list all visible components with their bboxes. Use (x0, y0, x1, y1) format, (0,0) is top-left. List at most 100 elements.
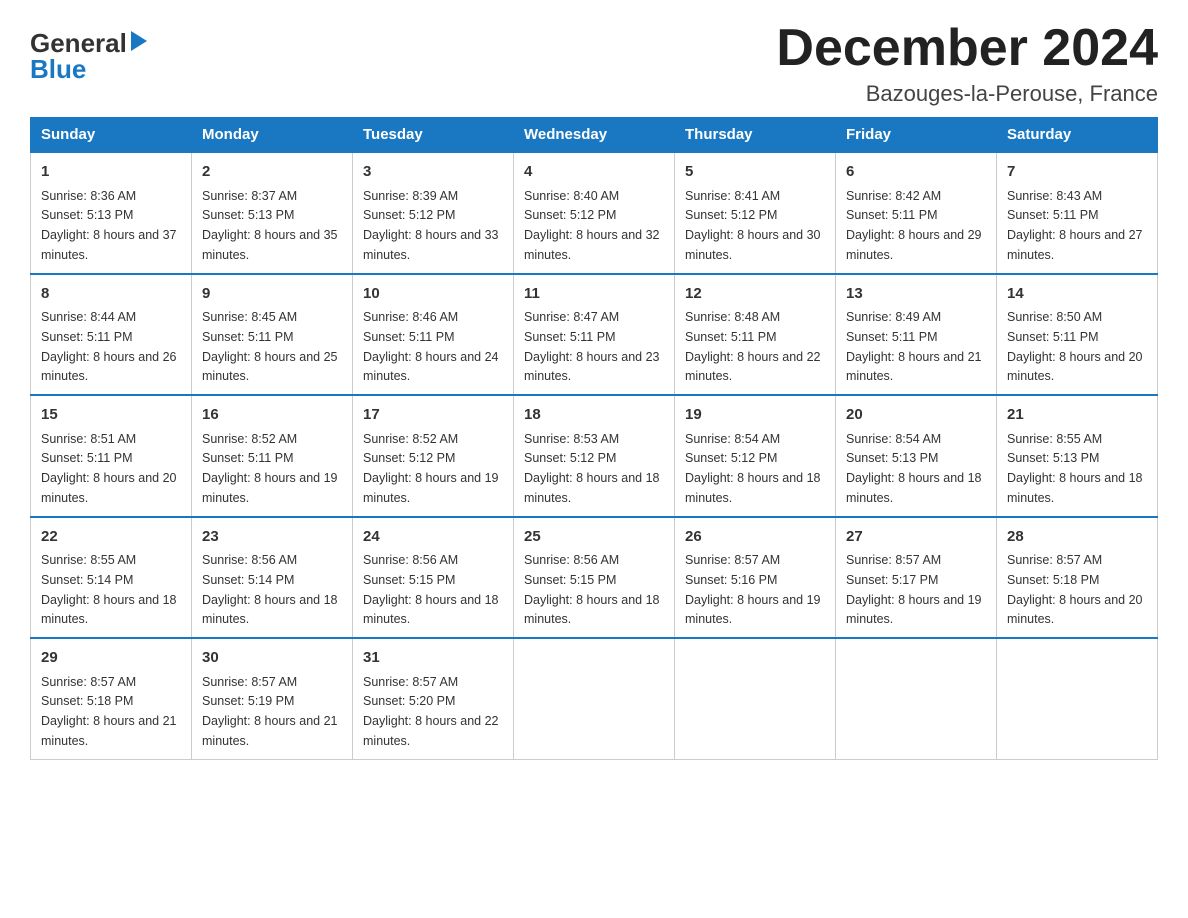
day-number: 3 (363, 161, 503, 184)
calendar-cell: 11 Sunrise: 8:47 AMSunset: 5:11 PMDayligh… (514, 274, 675, 396)
calendar-cell: 28Sunrise: 8:57 AMSunset: 5:18 PMDayligh… (997, 517, 1158, 639)
day-info: Sunrise: 8:54 AMSunset: 5:12 PMDaylight:… (685, 432, 821, 505)
day-info: Sunrise: 8:57 AMSunset: 5:19 PMDaylight:… (202, 675, 338, 748)
calendar-table: SundayMondayTuesdayWednesdayThursdayFrid… (30, 117, 1158, 760)
calendar-cell (675, 638, 836, 759)
calendar-cell: 13Sunrise: 8:49 AMSunset: 5:11 PMDayligh… (836, 274, 997, 396)
day-info: Sunrise: 8:52 AMSunset: 5:11 PMDaylight:… (202, 432, 338, 505)
day-number: 2 (202, 161, 342, 184)
day-info: Sunrise: 8:57 AMSunset: 5:17 PMDaylight:… (846, 553, 982, 626)
day-header-friday: Friday (836, 118, 997, 153)
day-info: Sunrise: 8:52 AMSunset: 5:12 PMDaylight:… (363, 432, 499, 505)
logo-blue-text: Blue (30, 56, 86, 82)
calendar-cell (997, 638, 1158, 759)
calendar-cell: 14 Sunrise: 8:50 AMSunset: 5:11 PMDayligh… (997, 274, 1158, 396)
calendar-cell: 8 Sunrise: 8:44 AMSunset: 5:11 PMDaylight… (31, 274, 192, 396)
day-info: Sunrise: 8:53 AMSunset: 5:12 PMDaylight:… (524, 432, 660, 505)
calendar-cell: 12 Sunrise: 8:48 AMSunset: 5:11 PMDayligh… (675, 274, 836, 396)
day-number: 6 (846, 161, 986, 184)
day-number: 9 (202, 283, 342, 306)
calendar-week-5: 29 Sunrise: 8:57 AMSunset: 5:18 PMDayligh… (31, 638, 1158, 759)
day-number: 25 (524, 526, 664, 549)
calendar-cell: 23Sunrise: 8:56 AMSunset: 5:14 PMDayligh… (192, 517, 353, 639)
calendar-cell: 16 Sunrise: 8:52 AMSunset: 5:11 PMDayligh… (192, 395, 353, 517)
day-info: Sunrise: 8:48 AMSunset: 5:11 PMDaylight:… (685, 310, 821, 383)
day-number: 17 (363, 404, 503, 427)
day-number: 30 (202, 647, 342, 670)
day-number: 22 (41, 526, 181, 549)
day-info: Sunrise: 8:55 AMSunset: 5:13 PMDaylight:… (1007, 432, 1143, 505)
day-number: 15 (41, 404, 181, 427)
day-info: Sunrise: 8:51 AMSunset: 5:11 PMDaylight:… (41, 432, 177, 505)
calendar-cell: 15 Sunrise: 8:51 AMSunset: 5:11 PMDayligh… (31, 395, 192, 517)
calendar-cell: 26 Sunrise: 8:57 AMSunset: 5:16 PMDayligh… (675, 517, 836, 639)
day-number: 14 (1007, 283, 1147, 306)
calendar-cell: 10 Sunrise: 8:46 AMSunset: 5:11 PMDayligh… (353, 274, 514, 396)
calendar-cell: 17 Sunrise: 8:52 AMSunset: 5:12 PMDayligh… (353, 395, 514, 517)
calendar-cell: 20 Sunrise: 8:54 AMSunset: 5:13 PMDayligh… (836, 395, 997, 517)
day-number: 31 (363, 647, 503, 670)
day-info: Sunrise: 8:44 AMSunset: 5:11 PMDaylight:… (41, 310, 177, 383)
calendar-body: 1Sunrise: 8:36 AMSunset: 5:13 PMDaylight… (31, 152, 1158, 759)
day-info: Sunrise: 8:47 AMSunset: 5:11 PMDaylight:… (524, 310, 660, 383)
title-block: December 2024 Bazouges-la-Perouse, Franc… (776, 20, 1158, 107)
calendar-cell (514, 638, 675, 759)
calendar-cell: 25 Sunrise: 8:56 AMSunset: 5:15 PMDayligh… (514, 517, 675, 639)
calendar-cell: 29 Sunrise: 8:57 AMSunset: 5:18 PMDayligh… (31, 638, 192, 759)
day-info: Sunrise: 8:37 AMSunset: 5:13 PMDaylight:… (202, 189, 338, 262)
day-info: Sunrise: 8:57 AMSunset: 5:16 PMDaylight:… (685, 553, 821, 626)
day-number: 16 (202, 404, 342, 427)
day-info: Sunrise: 8:56 AMSunset: 5:15 PMDaylight:… (524, 553, 660, 626)
day-number: 29 (41, 647, 181, 670)
day-number: 10 (363, 283, 503, 306)
day-header-thursday: Thursday (675, 118, 836, 153)
calendar-cell: 19Sunrise: 8:54 AMSunset: 5:12 PMDayligh… (675, 395, 836, 517)
day-info: Sunrise: 8:57 AMSunset: 5:18 PMDaylight:… (41, 675, 177, 748)
day-number: 27 (846, 526, 986, 549)
page-header: General Blue December 2024 Bazouges-la-P… (30, 20, 1158, 107)
calendar-cell: 18 Sunrise: 8:53 AMSunset: 5:12 PMDayligh… (514, 395, 675, 517)
day-number: 8 (41, 283, 181, 306)
day-number: 4 (524, 161, 664, 184)
day-info: Sunrise: 8:55 AMSunset: 5:14 PMDaylight:… (41, 553, 177, 626)
day-number: 20 (846, 404, 986, 427)
calendar-cell: 27 Sunrise: 8:57 AMSunset: 5:17 PMDayligh… (836, 517, 997, 639)
calendar-week-3: 15 Sunrise: 8:51 AMSunset: 5:11 PMDayligh… (31, 395, 1158, 517)
location-label: Bazouges-la-Perouse, France (776, 81, 1158, 107)
day-info: Sunrise: 8:39 AMSunset: 5:12 PMDaylight:… (363, 189, 499, 262)
day-header-tuesday: Tuesday (353, 118, 514, 153)
calendar-cell: 22 Sunrise: 8:55 AMSunset: 5:14 PMDayligh… (31, 517, 192, 639)
header-row: SundayMondayTuesdayWednesdayThursdayFrid… (31, 118, 1158, 153)
day-header-monday: Monday (192, 118, 353, 153)
day-header-saturday: Saturday (997, 118, 1158, 153)
day-number: 11 (524, 283, 664, 306)
calendar-week-2: 8 Sunrise: 8:44 AMSunset: 5:11 PMDaylight… (31, 274, 1158, 396)
day-info: Sunrise: 8:56 AMSunset: 5:14 PMDaylight:… (202, 553, 338, 626)
month-title: December 2024 (776, 20, 1158, 77)
day-number: 21 (1007, 404, 1147, 427)
calendar-cell: 6Sunrise: 8:42 AMSunset: 5:11 PMDaylight… (836, 152, 997, 274)
calendar-cell: 9 Sunrise: 8:45 AMSunset: 5:11 PMDaylight… (192, 274, 353, 396)
day-number: 18 (524, 404, 664, 427)
calendar-cell: 30 Sunrise: 8:57 AMSunset: 5:19 PMDayligh… (192, 638, 353, 759)
day-info: Sunrise: 8:50 AMSunset: 5:11 PMDaylight:… (1007, 310, 1143, 383)
day-info: Sunrise: 8:54 AMSunset: 5:13 PMDaylight:… (846, 432, 982, 505)
day-info: Sunrise: 8:36 AMSunset: 5:13 PMDaylight:… (41, 189, 177, 262)
day-number: 12 (685, 283, 825, 306)
calendar-cell: 21 Sunrise: 8:55 AMSunset: 5:13 PMDayligh… (997, 395, 1158, 517)
calendar-cell: 2 Sunrise: 8:37 AMSunset: 5:13 PMDaylight… (192, 152, 353, 274)
day-info: Sunrise: 8:45 AMSunset: 5:11 PMDaylight:… (202, 310, 338, 383)
calendar-cell: 3 Sunrise: 8:39 AMSunset: 5:12 PMDaylight… (353, 152, 514, 274)
day-header-wednesday: Wednesday (514, 118, 675, 153)
calendar-header: SundayMondayTuesdayWednesdayThursdayFrid… (31, 118, 1158, 153)
day-header-sunday: Sunday (31, 118, 192, 153)
day-number: 26 (685, 526, 825, 549)
day-info: Sunrise: 8:43 AMSunset: 5:11 PMDaylight:… (1007, 189, 1143, 262)
calendar-cell: 31Sunrise: 8:57 AMSunset: 5:20 PMDayligh… (353, 638, 514, 759)
day-info: Sunrise: 8:49 AMSunset: 5:11 PMDaylight:… (846, 310, 982, 383)
calendar-cell (836, 638, 997, 759)
calendar-cell: 24Sunrise: 8:56 AMSunset: 5:15 PMDayligh… (353, 517, 514, 639)
logo-general-text: General (30, 30, 127, 56)
day-info: Sunrise: 8:56 AMSunset: 5:15 PMDaylight:… (363, 553, 499, 626)
day-info: Sunrise: 8:46 AMSunset: 5:11 PMDaylight:… (363, 310, 499, 383)
